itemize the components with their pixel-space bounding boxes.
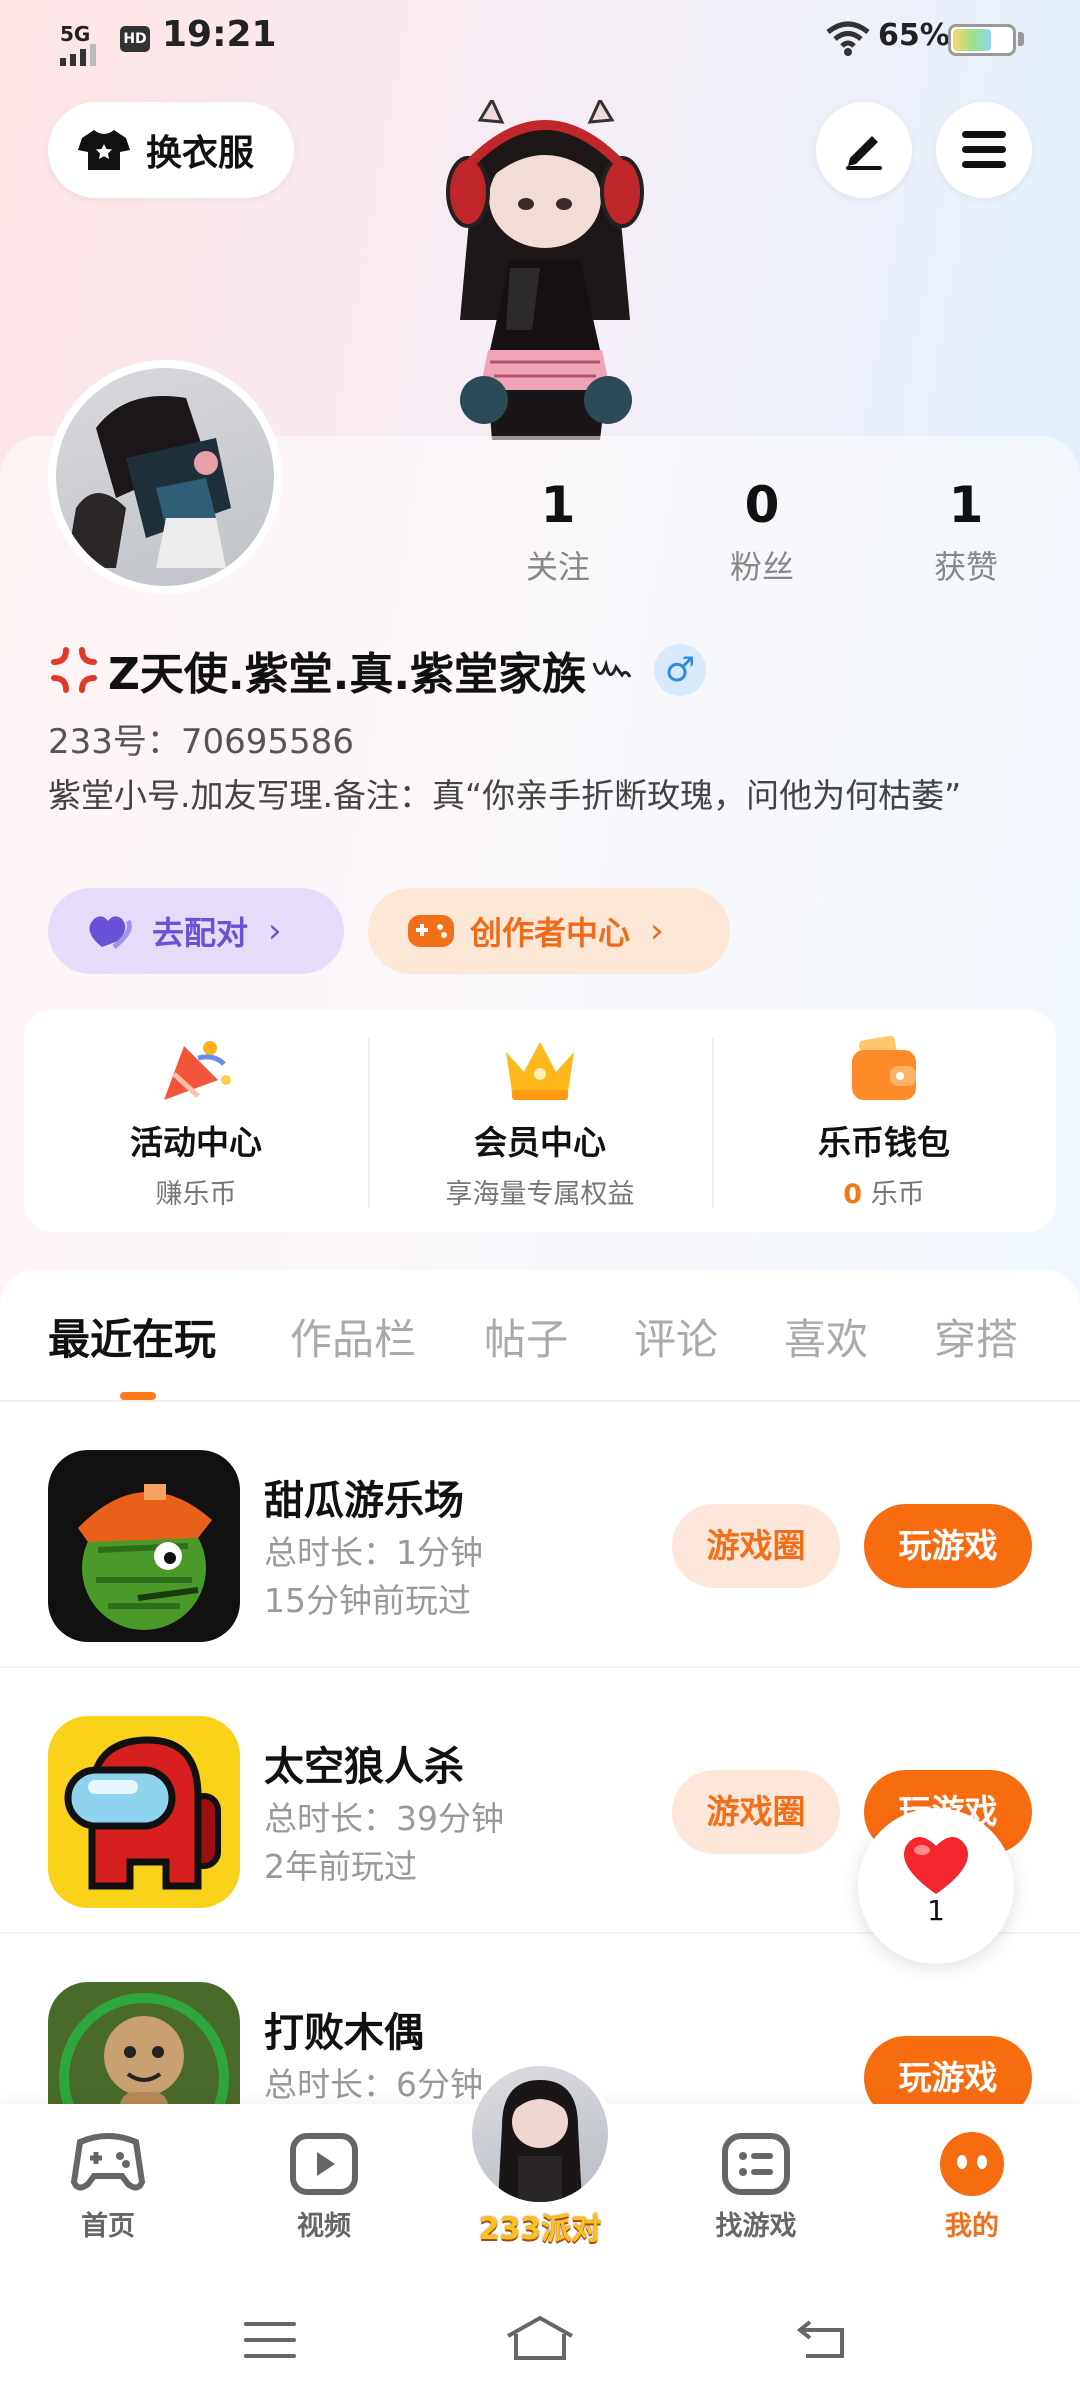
match-label: 去配对 (152, 914, 249, 952)
game-name: 打败木偶 (264, 2010, 424, 2056)
network-indicator: 5G (60, 22, 91, 46)
wallet-icon (852, 1035, 916, 1100)
battery-percent: 65% (878, 18, 950, 53)
tab-comments[interactable]: 评论 (634, 1306, 718, 1367)
tab-outfits[interactable]: 穿搭 (934, 1306, 1018, 1367)
status-bar: 5G HD 19:21 65% (0, 14, 1080, 70)
play-game-button[interactable]: 玩游戏 (864, 1504, 1032, 1588)
activity-center-title: 活动中心 (130, 1123, 262, 1162)
tab-posts[interactable]: 帖子 (484, 1306, 568, 1367)
game-name: 太空狼人杀 (264, 1744, 464, 1790)
game-circle-button[interactable]: 游戏圈 (672, 1504, 840, 1588)
stat-likes[interactable]: 1 获赞 (896, 476, 1036, 588)
avatar[interactable] (48, 360, 282, 594)
chevron-right-icon: › (650, 911, 664, 951)
signature-icon (592, 659, 632, 678)
tab-recently-played[interactable]: 最近在玩 (48, 1306, 216, 1367)
menu-button[interactable] (936, 102, 1032, 198)
profile-tabs: 最近在玩 作品栏 帖子 评论 喜欢 穿搭 (0, 1270, 1080, 1402)
stat-following-value: 1 (540, 476, 576, 534)
coin-unit: 乐币 (870, 1179, 925, 1210)
coin-balance: 0 (843, 1179, 863, 1210)
battery-icon (948, 24, 1016, 56)
game-play-duration: 总时长：6分钟 (264, 2065, 483, 2104)
stat-following-label: 关注 (525, 548, 590, 586)
user-id: 233号：70695586 (48, 722, 354, 762)
game-icon-space-werewolf (48, 1716, 240, 1908)
nav-party-label[interactable]: 233派对 (0, 2204, 1080, 2248)
match-button[interactable]: 去配对 › (48, 888, 344, 974)
like-count: 1 (927, 1894, 945, 1927)
coin-wallet-title: 乐币钱包 (818, 1123, 950, 1162)
game-icon-melon-playground (48, 1450, 240, 1642)
crewmate-icon (64, 1736, 221, 1890)
user-bio: 紫堂小号.加友写理.备注：真“你亲手折断玫瑰，问他为何枯萎” (48, 776, 962, 815)
game-name: 甜瓜游乐场 (264, 1478, 464, 1524)
pen-icon (846, 136, 882, 170)
tshirt-icon (78, 130, 130, 170)
hd-badge: HD (120, 26, 150, 52)
party-popper-icon (164, 1041, 231, 1100)
home-icon[interactable] (504, 2314, 576, 2362)
list-icon (722, 2133, 790, 2195)
system-nav-bar (0, 2284, 1080, 2408)
vip-center-link[interactable]: 会员中心 享海量专属权益 (368, 1010, 712, 1232)
creator-center-label: 创作者中心 (470, 914, 631, 952)
recent-apps-icon[interactable] (244, 2320, 296, 2360)
coin-wallet-sub: 0 乐币 (712, 1172, 1056, 1211)
like-widget[interactable]: 1 (858, 1808, 1014, 1964)
username-row: Z天使.紫堂.真.紫堂家族 ♂ (48, 640, 707, 700)
battery-level (953, 29, 991, 51)
stat-followers-label: 粉丝 (729, 548, 794, 586)
back-icon[interactable] (796, 2316, 850, 2360)
avatar-image (66, 396, 231, 568)
quick-links-panel: 活动中心 赚乐币 会员中心 享海量专属权益 乐币钱包 0 乐币 (24, 1010, 1056, 1232)
game-circle-button[interactable]: 游戏圈 (672, 1770, 840, 1854)
heart-pair-icon (89, 916, 132, 949)
stat-followers-value: 0 (744, 476, 780, 534)
clock: 19:21 (162, 14, 277, 55)
tab-works[interactable]: 作品栏 (290, 1306, 416, 1367)
edit-profile-button[interactable] (816, 102, 912, 198)
active-tab-indicator (120, 1392, 156, 1400)
crown-icon (506, 1042, 574, 1100)
stat-likes-value: 1 (948, 476, 984, 534)
signal-icon (60, 44, 96, 66)
game-last-played: 2年前玩过 (264, 1847, 417, 1886)
tab-likes[interactable]: 喜欢 (784, 1306, 868, 1367)
avatar-character-illustration (446, 100, 644, 440)
game-play-duration: 总时长：1分钟 (264, 1533, 483, 1572)
gamepad-icon (70, 2133, 146, 2191)
stat-likes-label: 获赞 (933, 548, 998, 586)
change-outfit-button[interactable]: 换衣服 (48, 102, 294, 198)
battery-cap (1018, 32, 1024, 46)
creator-center-button[interactable]: 创作者中心 › (368, 888, 730, 974)
gender-badge: ♂ (654, 644, 707, 696)
heart-icon (904, 1837, 968, 1894)
list-item[interactable]: 甜瓜游乐场 总时长：1分钟 15分钟前玩过 游戏圈 玩游戏 (0, 1402, 1080, 1668)
activity-center-sub: 赚乐币 (155, 1179, 237, 1210)
melon-character-icon (78, 1484, 212, 1630)
vip-center-sub: 享海量专属权益 (445, 1179, 635, 1210)
nav-party-avatar[interactable] (466, 2060, 614, 2208)
anger-symbol-icon (51, 647, 97, 693)
chevron-right-icon: › (268, 911, 282, 951)
change-outfit-label: 换衣服 (146, 133, 255, 174)
game-last-played: 15分钟前玩过 (264, 1581, 471, 1620)
game-play-duration: 总时长：39分钟 (264, 1799, 504, 1838)
stat-following[interactable]: 1 关注 (488, 476, 628, 588)
coin-wallet-link[interactable]: 乐币钱包 0 乐币 (712, 1010, 1056, 1232)
stat-followers[interactable]: 0 粉丝 (692, 476, 832, 588)
vip-center-title: 会员中心 (474, 1123, 606, 1162)
wifi-icon (826, 21, 870, 56)
avatar-party-icon (498, 2080, 582, 2202)
hamburger-menu-icon (962, 131, 1006, 168)
username: Z天使.紫堂.真.紫堂家族 (108, 649, 587, 700)
profile-face-icon (940, 2132, 1004, 2196)
game-controller-icon (408, 915, 454, 947)
video-play-icon (290, 2133, 358, 2195)
activity-center-link[interactable]: 活动中心 赚乐币 (24, 1010, 368, 1232)
